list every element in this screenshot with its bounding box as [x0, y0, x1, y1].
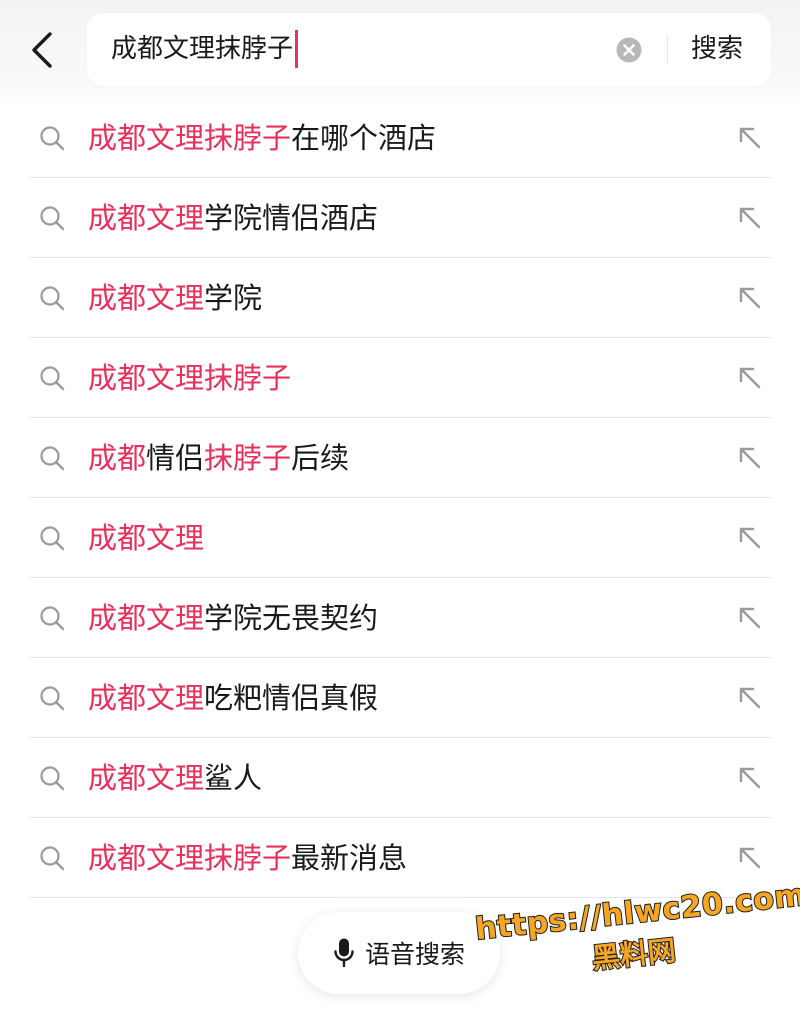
suggestion-text: 成都情侣抹脖子后续 [88, 436, 349, 480]
watermark: https://hlwc20.com 黑料网 [473, 877, 800, 1009]
voice-search-label: 语音搜索 [364, 940, 465, 969]
suggestion-rest: 在哪个酒店 [291, 121, 437, 155]
search-icon [40, 286, 65, 311]
suggestion-rest: 后续 [291, 441, 350, 475]
suggestion-list: 成都文理抹脖子在哪个酒店 成都文理学院情侣酒店 成都文理学院 成都文理抹脖子 成都情侣抹… [30, 98, 771, 898]
suggestion-rest: 鲨人 [204, 761, 263, 795]
search-icon [40, 446, 65, 471]
suggestion-highlight: 成都文理 [88, 681, 205, 715]
search-icon [40, 606, 65, 631]
suggestion-row[interactable]: 成都文理学院情侣酒店 [30, 178, 771, 258]
suggestion-row[interactable]: 成都情侣抹脖子后续 [30, 418, 771, 498]
suggestion-row[interactable]: 成都文理抹脖子 [30, 338, 771, 418]
suggestion-highlight: 成都 [88, 441, 147, 475]
search-icon [40, 766, 65, 791]
fill-query-icon[interactable] [736, 764, 764, 792]
suggestion-rest: 学院无畏契约 [204, 601, 379, 635]
suggestion-highlight: 成都文理 [88, 761, 205, 795]
suggestion-text: 成都文理学院情侣酒店 [88, 196, 378, 240]
search-icon [40, 846, 65, 871]
fill-query-icon[interactable] [736, 844, 764, 872]
search-icon [40, 126, 65, 151]
watermark-name: 黑料网 [589, 933, 678, 977]
suggestion-row[interactable]: 成都文理鲨人 [30, 738, 771, 818]
voice-search-button[interactable]: 语音搜索 [298, 912, 500, 994]
search-icon [40, 206, 65, 231]
suggestion-highlight: 成都文理 [88, 201, 205, 235]
suggestion-highlight: 抹脖子 [204, 441, 292, 475]
suggestion-text: 成都文理抹脖子在哪个酒店 [88, 116, 436, 160]
search-icon [40, 526, 65, 551]
suggestion-highlight: 成都文理抹脖子 [88, 121, 292, 155]
fill-query-icon[interactable] [736, 684, 764, 712]
fill-query-icon[interactable] [736, 204, 764, 232]
suggestion-row[interactable]: 成都文理 [30, 498, 771, 578]
suggestion-row[interactable]: 成都文理学院无畏契约 [30, 578, 771, 658]
search-header: 成都文理抹脖子 搜索 [0, 0, 800, 110]
suggestion-text: 成都文理鲨人 [88, 756, 262, 800]
chevron-left-icon [32, 32, 52, 68]
suggestion-row[interactable]: 成都文理吃粑情侣真假 [30, 658, 771, 738]
suggestion-rest: 学院情侣酒店 [204, 201, 379, 235]
suggestion-text: 成都文理学院 [88, 276, 262, 320]
suggestion-row[interactable]: 成都文理抹脖子最新消息 [30, 818, 771, 898]
suggestion-text: 成都文理吃粑情侣真假 [88, 676, 378, 720]
search-page: 成都文理抹脖子 搜索 成都文理抹脖子在哪个酒店 成都文理学院情侣酒店 成都文理学院成… [0, 0, 800, 1009]
suggestion-row[interactable]: 成都文理学院 [30, 258, 771, 338]
search-box[interactable]: 成都文理抹脖子 搜索 [87, 13, 771, 86]
search-submit-button[interactable]: 搜索 [691, 27, 743, 71]
fill-query-icon[interactable] [736, 524, 764, 552]
suggestion-highlight: 成都文理 [88, 281, 205, 315]
suggestion-rest: 情侣 [146, 441, 205, 475]
suggestion-text: 成都文理抹脖子 [88, 356, 291, 400]
suggestion-rest: 最新消息 [291, 841, 408, 875]
search-icon [40, 686, 65, 711]
suggestion-rest: 吃粑情侣真假 [204, 681, 379, 715]
suggestion-text: 成都文理抹脖子最新消息 [88, 836, 407, 880]
suggestion-highlight: 成都文理抹脖子 [88, 361, 292, 395]
suggestion-highlight: 成都文理抹脖子 [88, 841, 292, 875]
microphone-icon [334, 938, 354, 968]
fill-query-icon[interactable] [736, 364, 764, 392]
search-icon [40, 366, 65, 391]
back-button[interactable] [20, 28, 64, 72]
search-input-value: 成都文理抹脖子 [111, 34, 294, 64]
suggestion-text: 成都文理 [88, 516, 204, 560]
fill-query-icon[interactable] [736, 124, 764, 152]
clear-circle-icon[interactable] [616, 37, 642, 63]
suggestion-text: 成都文理学院无畏契约 [88, 596, 378, 640]
fill-query-icon[interactable] [736, 604, 764, 632]
fill-query-icon[interactable] [736, 284, 764, 312]
fill-query-icon[interactable] [736, 444, 764, 472]
suggestion-row[interactable]: 成都文理抹脖子在哪个酒店 [30, 98, 771, 178]
search-divider [667, 36, 668, 64]
suggestion-rest: 学院 [204, 281, 263, 315]
search-input[interactable]: 成都文理抹脖子 [111, 27, 299, 71]
suggestion-highlight: 成都文理 [88, 601, 205, 635]
text-cursor [295, 30, 299, 68]
suggestion-highlight: 成都文理 [88, 521, 205, 555]
